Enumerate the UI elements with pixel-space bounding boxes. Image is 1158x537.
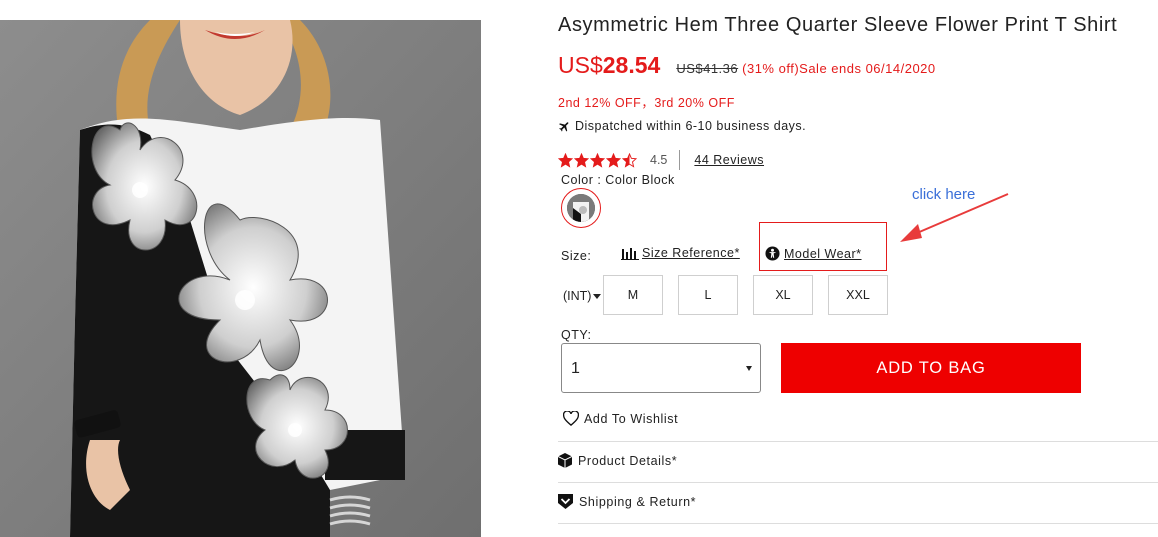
size-reference-label: Size Reference* — [642, 246, 740, 260]
reviews-link[interactable]: 44 Reviews — [694, 153, 764, 167]
wishlist-label: Add To Wishlist — [584, 411, 679, 426]
rating-stars — [558, 152, 638, 168]
star-full-icon — [606, 152, 621, 168]
size-option-m[interactable]: M — [603, 275, 663, 315]
qty-label: QTY: — [561, 328, 592, 342]
product-image — [0, 20, 481, 537]
size-label: Size: — [561, 249, 592, 263]
swatch-thumbnail — [567, 194, 595, 222]
price-row: US$28.54 US$41.36 (31% off)Sale ends 06/… — [558, 52, 936, 79]
box-icon — [558, 453, 572, 468]
size-system-select[interactable]: (INT) — [563, 289, 602, 303]
color-swatch-color-block[interactable] — [561, 188, 601, 228]
size-option-xl[interactable]: XL — [753, 275, 813, 315]
shipping-return-label: Shipping & Return* — [579, 494, 697, 509]
current-price: US$28.54 — [558, 52, 661, 78]
ruler-chart-icon — [621, 247, 639, 260]
rating-value: 4.5 — [650, 153, 668, 167]
divider — [558, 441, 1158, 442]
size-option-xxl[interactable]: XXL — [828, 275, 888, 315]
shipping-return-toggle[interactable]: Shipping & Return* — [558, 494, 696, 509]
product-title: Asymmetric Hem Three Quarter Sleeve Flow… — [558, 14, 1118, 36]
person-icon — [765, 246, 780, 261]
rating-divider — [679, 150, 681, 170]
qty-value: 1 — [571, 360, 580, 377]
add-to-wishlist-link[interactable]: Add To Wishlist — [563, 411, 678, 426]
divider — [558, 523, 1158, 524]
plane-icon — [559, 121, 569, 131]
star-half-icon — [622, 152, 637, 168]
qty-select[interactable]: 1 — [561, 343, 761, 393]
original-price: US$41.36 — [676, 61, 739, 76]
annotation-arrow-icon — [900, 193, 1009, 242]
promo-text: 2nd 12% OFF，3rd 20% OFF — [558, 96, 735, 110]
star-full-icon — [574, 152, 589, 168]
product-details-toggle[interactable]: Product Details* — [558, 453, 677, 468]
size-system-value: (INT) — [563, 289, 592, 303]
add-to-bag-button[interactable]: ADD TO BAG — [781, 343, 1081, 393]
color-label: Color : Color Block — [561, 173, 675, 187]
caret-down-icon — [593, 293, 602, 299]
divider — [558, 482, 1158, 483]
star-full-icon — [590, 152, 605, 168]
model-wear-label: Model Wear* — [784, 246, 862, 261]
rating-row: 4.5 44 Reviews — [558, 150, 764, 170]
size-reference-link[interactable]: Size Reference* — [621, 246, 740, 260]
shield-chevron-icon — [558, 494, 573, 509]
star-full-icon — [558, 152, 573, 168]
dispatch-info: Dispatched within 6-10 business days. — [558, 119, 806, 133]
caret-down-icon — [746, 366, 752, 371]
size-option-l[interactable]: L — [678, 275, 738, 315]
product-details-label: Product Details* — [578, 453, 678, 468]
dispatch-text: Dispatched within 6-10 business days. — [575, 119, 807, 133]
heart-icon — [563, 411, 579, 426]
model-wear-link[interactable]: Model Wear* — [765, 246, 862, 261]
discount-note: (31% off)Sale ends 06/14/2020 — [742, 61, 936, 76]
